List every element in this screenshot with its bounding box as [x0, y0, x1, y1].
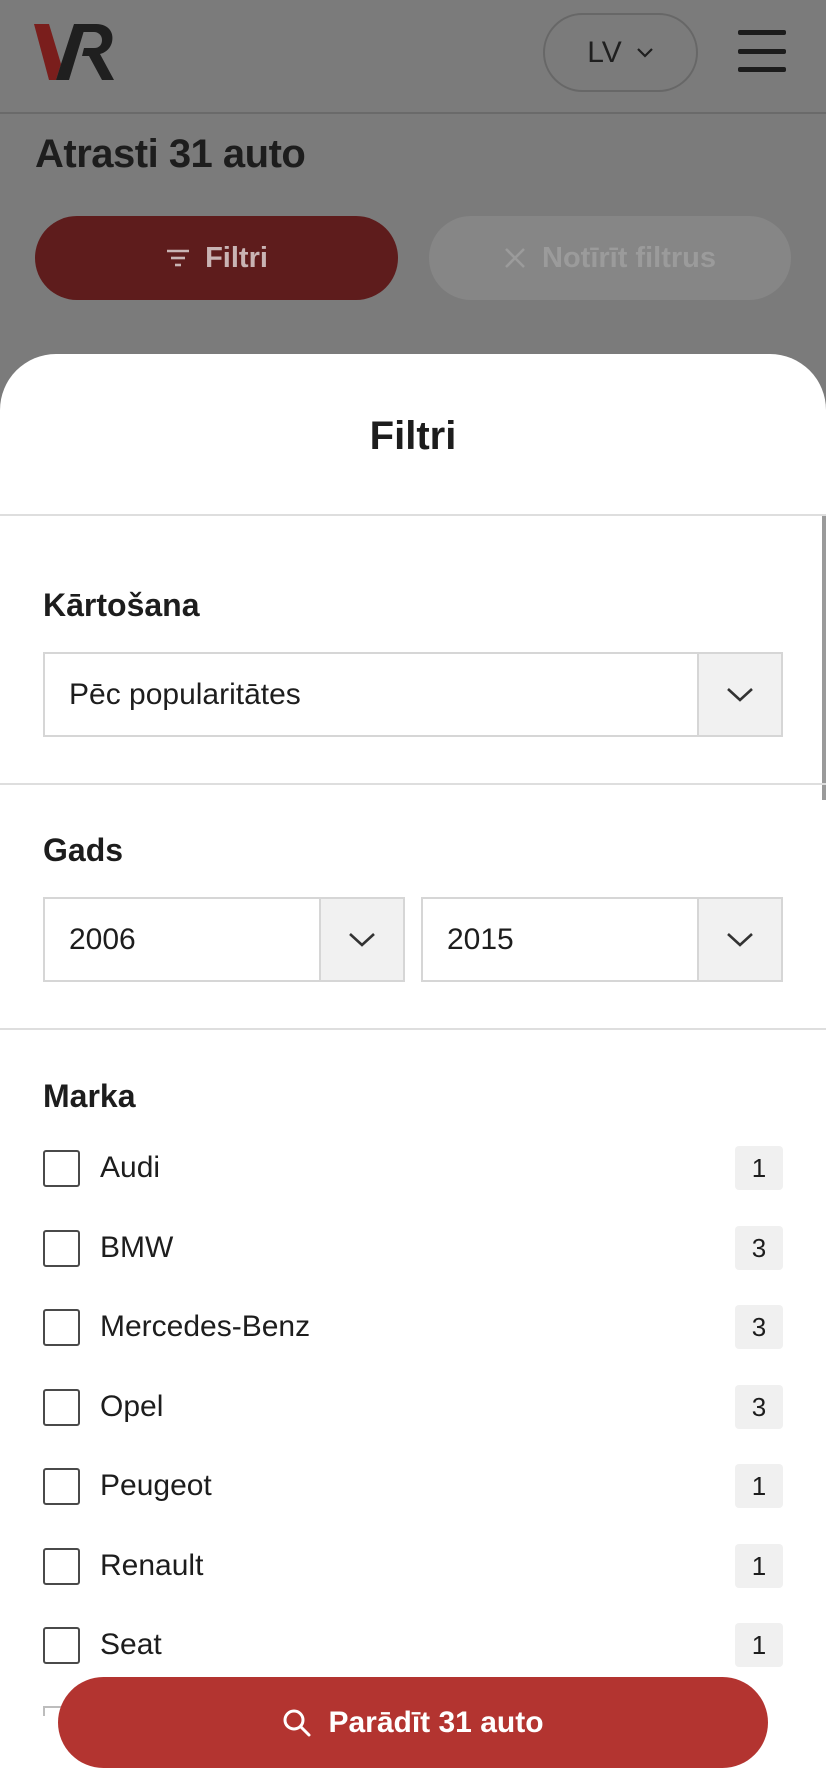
year-to-dropdown-arrow[interactable] — [697, 899, 781, 980]
chevron-down-icon — [727, 932, 753, 947]
chevron-down-icon — [349, 932, 375, 947]
sorting-value: Pēc popularitātes — [69, 677, 301, 711]
menu-icon[interactable] — [738, 30, 786, 72]
checkbox[interactable] — [43, 1308, 80, 1346]
filters-sheet: Filtri Kārtošana Pēc popularitātes Gads … — [0, 354, 826, 1780]
brand-name: Seat — [100, 1628, 162, 1661]
sorting-dropdown-arrow[interactable] — [697, 654, 781, 735]
sorting-select[interactable]: Pēc popularitātes — [43, 652, 783, 737]
sorting-label: Kārtošana — [43, 587, 200, 623]
language-label: LV — [587, 35, 622, 69]
year-from-select[interactable]: 2006 — [43, 897, 405, 982]
filters-button[interactable]: Filtri — [35, 216, 398, 300]
brand-count: 1 — [735, 1544, 783, 1588]
results-title: Atrasti 31 auto — [35, 132, 306, 176]
search-icon — [283, 1709, 311, 1736]
brand-item-mercedes-benz[interactable]: Mercedes-Benz 3 — [43, 1305, 783, 1349]
brand-name: Renault — [100, 1549, 204, 1582]
checkbox[interactable] — [43, 1547, 80, 1585]
year-label: Gads — [43, 832, 124, 868]
chevron-down-icon — [636, 47, 653, 58]
divider — [0, 783, 826, 785]
brand-item-audi[interactable]: Audi 1 — [43, 1146, 783, 1190]
divider — [0, 514, 826, 516]
brand-label: Marka — [43, 1078, 136, 1114]
brand-count: 3 — [735, 1385, 783, 1429]
show-results-label: Parādīt 31 auto — [328, 1705, 544, 1739]
brand-count: 1 — [735, 1146, 783, 1190]
brand-count: 1 — [735, 1464, 783, 1508]
brand-count: 1 — [735, 1623, 783, 1667]
close-icon — [505, 248, 525, 268]
brand-count: 3 — [735, 1226, 783, 1270]
brand-name: Opel — [100, 1390, 164, 1423]
checkbox[interactable] — [43, 1229, 80, 1267]
brand-name: Peugeot — [100, 1469, 212, 1502]
filters-button-label: Filtri — [205, 241, 268, 274]
clear-filters-button[interactable]: Notīrīt filtrus — [429, 216, 791, 300]
year-from-value: 2006 — [69, 922, 136, 956]
year-from-dropdown-arrow[interactable] — [319, 899, 403, 980]
chevron-down-icon — [727, 687, 753, 702]
top-bar: LV — [0, 0, 826, 114]
clear-filters-label: Notīrīt filtrus — [542, 241, 716, 274]
checkbox[interactable] — [43, 1626, 80, 1664]
brand-item-seat[interactable]: Seat 1 — [43, 1623, 783, 1667]
checkbox[interactable] — [43, 1467, 80, 1505]
brand-name: BMW — [100, 1231, 174, 1264]
show-results-button[interactable]: Parādīt 31 auto — [58, 1677, 768, 1768]
language-selector[interactable]: LV — [543, 13, 698, 92]
brand-name: Mercedes-Benz — [100, 1310, 311, 1343]
brand-item-bmw[interactable]: BMW 3 — [43, 1226, 783, 1270]
year-to-select[interactable]: 2015 — [421, 897, 783, 982]
brand-name: Audi — [100, 1151, 161, 1184]
filter-icon — [167, 249, 190, 267]
checkbox[interactable] — [43, 1388, 80, 1426]
brand-item-opel[interactable]: Opel 3 — [43, 1385, 783, 1429]
checkbox[interactable] — [43, 1149, 80, 1187]
scrollbar[interactable] — [822, 516, 826, 800]
sheet-title: Filtri — [369, 414, 457, 458]
divider — [0, 1028, 826, 1030]
brand-item-renault[interactable]: Renault 1 — [43, 1544, 783, 1588]
brand-count: 3 — [735, 1305, 783, 1349]
vr-logo[interactable] — [34, 22, 114, 82]
brand-item-peugeot[interactable]: Peugeot 1 — [43, 1464, 783, 1508]
year-to-value: 2015 — [447, 922, 514, 956]
